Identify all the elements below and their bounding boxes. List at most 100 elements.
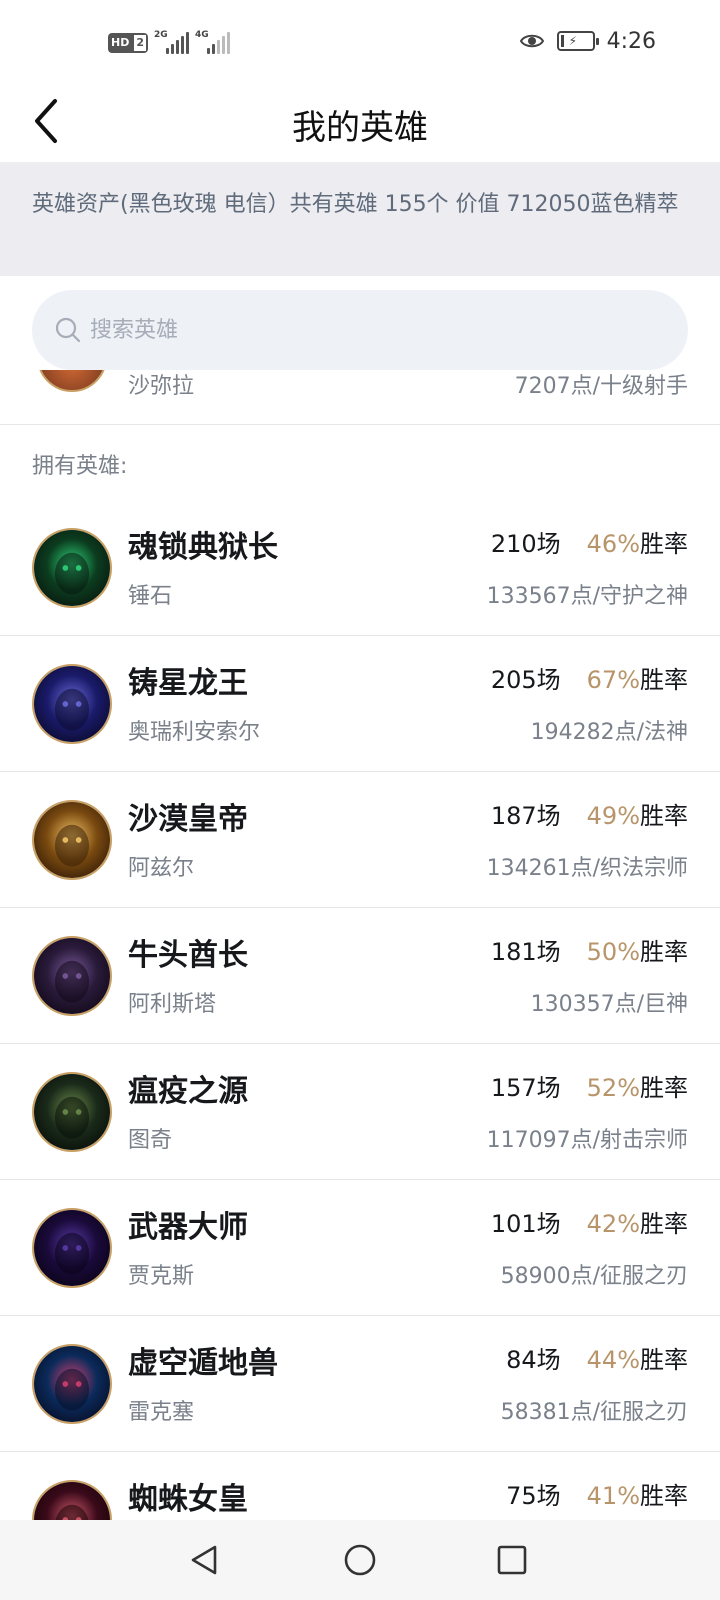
hero-avatar xyxy=(32,936,112,1016)
games-played: 205场 xyxy=(490,666,561,694)
hero-list-item[interactable]: 武器大师 贾克斯 101场 42% 胜率 58900点/征服之刃 xyxy=(0,1180,720,1316)
signal-icon-2: 4G xyxy=(195,30,230,54)
network-type-1: 2G xyxy=(154,30,168,40)
nav-recents-button[interactable] xyxy=(490,1538,534,1582)
win-rate-label: 胜率 xyxy=(640,666,688,694)
hero-assets-summary: 英雄资产(黑色玫瑰 电信）共有英雄 155个 价值 712050蓝色精萃 xyxy=(0,162,720,276)
hero-name: 阿利斯塔 xyxy=(128,992,217,1017)
win-rate-label: 胜率 xyxy=(640,802,688,830)
hero-points: 130357点/巨神 xyxy=(530,992,688,1017)
hero-stats: 205场 67% 胜率 xyxy=(491,660,688,695)
hero-portrait-icon xyxy=(34,802,110,878)
system-nav-bar xyxy=(0,1520,720,1600)
hero-avatar xyxy=(32,1208,112,1288)
hero-name: 锤石 xyxy=(128,584,173,609)
hero-name: 雷克塞 xyxy=(128,1400,195,1425)
hd-label: HD xyxy=(108,33,133,53)
status-bar: HD 2 2G 4G ⚡ 4:26 xyxy=(0,0,720,90)
hero-avatar xyxy=(32,1072,112,1152)
search-input[interactable] xyxy=(90,317,630,343)
hero-name: 奥瑞利安索尔 xyxy=(128,720,261,745)
hero-avatar xyxy=(32,800,112,880)
page-title: 我的英雄 xyxy=(292,108,428,148)
hero-title: 沙漠皇帝 xyxy=(128,802,248,837)
clock: 4:26 xyxy=(606,28,656,54)
hero-name: 图奇 xyxy=(128,1128,173,1153)
win-rate-label: 胜率 xyxy=(640,530,688,558)
search-bar[interactable] xyxy=(32,290,688,370)
hero-stats: 157场 52% 胜率 xyxy=(491,1068,688,1103)
hero-title: 瘟疫之源 xyxy=(128,1074,248,1109)
signal-icon: 2G xyxy=(154,30,189,54)
avatar xyxy=(37,370,107,392)
hero-avatar xyxy=(32,664,112,744)
hero-name: 贾克斯 xyxy=(128,1264,195,1289)
hero-points: 58900点/征服之刃 xyxy=(500,1264,688,1289)
hd-badge: HD 2 xyxy=(108,33,148,53)
win-rate-label: 胜率 xyxy=(640,1482,688,1510)
hero-stats: 101场 42% 胜率 xyxy=(491,1204,688,1239)
games-played: 101场 xyxy=(490,1210,561,1238)
hero-portrait-icon xyxy=(34,1482,110,1520)
hero-list: 沙弥拉 7207点/十级射手 拥有英雄: 魂锁典狱长 锤石 210场 46% 胜… xyxy=(0,370,720,1520)
hero-list-item[interactable]: 虚空遁地兽 雷克塞 84场 44% 胜率 58381点/征服之刃 xyxy=(0,1316,720,1452)
hero-stats: 75场 41% 胜率 xyxy=(506,1476,688,1511)
win-rate: 50% xyxy=(586,938,640,966)
list-item-partial[interactable]: 沙弥拉 7207点/十级射手 xyxy=(0,370,720,425)
hero-stats: 210场 46% 胜率 xyxy=(491,524,688,559)
hero-title: 虚空遁地兽 xyxy=(128,1346,278,1381)
hero-list-item[interactable]: 魂锁典狱长 锤石 210场 46% 胜率 133567点/守护之神 xyxy=(0,500,720,636)
hero-stats: 181场 50% 胜率 xyxy=(491,932,688,967)
nav-home-button[interactable] xyxy=(338,1538,382,1582)
hero-points: 117097点/射击宗师 xyxy=(486,1128,688,1153)
network-type-2: 4G xyxy=(195,30,209,40)
hero-points: 194282点/法神 xyxy=(530,720,688,745)
win-rate: 42% xyxy=(586,1210,640,1238)
games-played: 75场 xyxy=(506,1482,561,1510)
app-screen: HD 2 2G 4G ⚡ 4:26 我的英雄 英雄资产(黑色玫瑰 电信）共有英雄… xyxy=(0,0,720,1600)
win-rate: 67% xyxy=(586,666,640,694)
hero-portrait-icon xyxy=(34,938,110,1014)
triangle-back-icon xyxy=(191,1545,217,1575)
games-played: 84场 xyxy=(506,1346,561,1374)
win-rate-label: 胜率 xyxy=(640,1346,688,1374)
hero-points: 133567点/守护之神 xyxy=(486,584,688,609)
games-played: 181场 xyxy=(490,938,561,966)
hero-list-item[interactable]: 瘟疫之源 图奇 157场 52% 胜率 117097点/射击宗师 xyxy=(0,1044,720,1180)
status-bar-left: HD 2 2G 4G xyxy=(108,30,230,54)
search-icon xyxy=(55,317,81,343)
circle-home-icon xyxy=(344,1544,376,1576)
hero-avatar xyxy=(32,1344,112,1424)
hero-points: 7207点/十级射手 xyxy=(514,374,688,399)
hero-name: 沙弥拉 xyxy=(128,374,195,399)
hero-title: 蜘蛛女皇 xyxy=(128,1482,248,1517)
win-rate: 52% xyxy=(586,1074,640,1102)
battery-icon: ⚡ xyxy=(556,31,599,51)
hero-list-item[interactable]: 沙漠皇帝 阿兹尔 187场 49% 胜率 134261点/织法宗师 xyxy=(0,772,720,908)
owned-heroes-label: 拥有英雄: xyxy=(32,454,128,479)
win-rate-label: 胜率 xyxy=(640,1210,688,1238)
hero-list-item[interactable]: 铸星龙王 奥瑞利安索尔 205场 67% 胜率 194282点/法神 xyxy=(0,636,720,772)
hero-points: 58381点/征服之刃 xyxy=(500,1400,688,1425)
square-recents-icon xyxy=(497,1545,527,1575)
hero-stats: 187场 49% 胜率 xyxy=(491,796,688,831)
hero-portrait-icon xyxy=(34,1074,110,1150)
hero-title: 铸星龙王 xyxy=(128,666,248,701)
hero-stats: 84场 44% 胜率 xyxy=(506,1340,688,1375)
win-rate-label: 胜率 xyxy=(640,1074,688,1102)
sim-label: 2 xyxy=(132,33,148,53)
games-played: 157场 xyxy=(490,1074,561,1102)
hero-list-item[interactable]: 蜘蛛女皇 伊莉丝 75场 41% 胜率 xyxy=(0,1452,720,1520)
hero-portrait-icon xyxy=(34,666,110,742)
win-rate: 46% xyxy=(586,530,640,558)
games-played: 210场 xyxy=(490,530,561,558)
hero-portrait-icon xyxy=(34,530,110,606)
nav-back-button[interactable] xyxy=(182,1538,226,1582)
win-rate: 41% xyxy=(586,1482,640,1510)
hero-avatar xyxy=(32,1480,112,1520)
win-rate: 44% xyxy=(586,1346,640,1374)
header: 我的英雄 xyxy=(0,86,720,162)
hero-list-item[interactable]: 牛头酋长 阿利斯塔 181场 50% 胜率 130357点/巨神 xyxy=(0,908,720,1044)
hero-points: 134261点/织法宗师 xyxy=(486,856,688,881)
win-rate-label: 胜率 xyxy=(640,938,688,966)
